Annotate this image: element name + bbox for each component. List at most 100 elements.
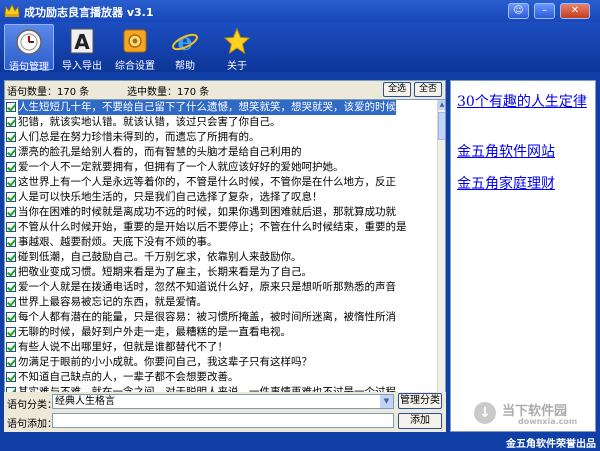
tab-about[interactable]: 关于: [212, 24, 262, 72]
sentence-list[interactable]: 人生短短几十年，不要给自己留下了什么遗憾，想笑就笑，想哭就哭，该爱的时候 犯错，就…: [5, 99, 445, 413]
clock-gear-icon: [16, 29, 42, 55]
list-item[interactable]: 碰到低潮，自己鼓励自己。千万别乞求，依靠别人来鼓励你。: [5, 250, 445, 265]
list-item[interactable]: 把敬业变成习惯。短期来看是为了雇主，长期来看是为了自己。: [5, 265, 445, 280]
list-item[interactable]: 事越艰、越要耐烦。天底下没有不烦的事。: [5, 235, 445, 250]
row-checkbox[interactable]: [6, 297, 16, 307]
row-checkbox[interactable]: [6, 117, 16, 127]
link-software-site[interactable]: 金五角软件网站: [457, 143, 589, 162]
download-icon: ↓: [474, 402, 496, 424]
row-checkbox[interactable]: [6, 327, 16, 337]
deselect-all-button[interactable]: 全否: [414, 82, 442, 97]
credit-text: 金五角软件荣誉出品: [506, 439, 596, 450]
row-checkbox[interactable]: [6, 177, 16, 187]
row-checkbox[interactable]: [6, 222, 16, 232]
row-checkbox[interactable]: [6, 342, 16, 352]
list-item[interactable]: 无聊的时候，最好到户外走一走，最糟糕的是一直看电视。: [5, 325, 445, 340]
star-icon: [223, 27, 251, 55]
tab-label: 语句管理: [9, 62, 49, 73]
tab-label: 综合设置: [115, 61, 155, 72]
link-life-laws[interactable]: 30个有趣的人生定律: [457, 93, 589, 112]
row-text: 不管从什么时候开始，重要的是开始以后不要停止；不管在什么时候结束，重要的是: [18, 221, 407, 233]
list-item[interactable]: 有些人说不出哪里好，但就是谁都替代不了！: [5, 340, 445, 355]
svg-text:e: e: [177, 27, 192, 55]
title-bar: 成功励志良言播放器 v3.1 ☺ – ✕: [0, 0, 600, 22]
list-item[interactable]: 漂亮的脸孔是给别人看的，而有智慧的头脑才是给自己利用的: [5, 145, 445, 160]
list-item[interactable]: 爱一个人不一定就要拥有，但拥有了一个人就应该好好的爱她呵护她。: [5, 160, 445, 175]
site-watermark: ↓ 当下软件园 downxia.com: [474, 400, 586, 428]
stats-bar: 语句数量：170 条 选中数量：170 条 全选 全否: [5, 81, 445, 98]
add-sentence-input[interactable]: [52, 413, 394, 428]
row-checkbox[interactable]: [6, 267, 16, 277]
row-text: 犯错，就该实地认错。就该认错，该过只会害了你自己。: [18, 116, 281, 128]
row-text: 碰到低潮，自己鼓励自己。千万别乞求，依靠别人来鼓励你。: [18, 251, 302, 263]
row-text: 事越艰、越要耐烦。天底下没有不烦的事。: [18, 236, 218, 248]
row-checkbox[interactable]: [6, 102, 16, 112]
list-item[interactable]: 这世界上有一个人是永远等着你的，不管是什么时候，不管你是在什么地方，反正: [5, 175, 445, 190]
row-checkbox[interactable]: [6, 372, 16, 382]
select-all-button[interactable]: 全选: [383, 82, 411, 97]
window-title: 成功励志良言播放器 v3.1: [24, 6, 154, 19]
row-checkbox[interactable]: [6, 237, 16, 247]
selected-count: 选中数量：170 条: [127, 87, 210, 98]
sentence-panel: 语句数量：170 条 选中数量：170 条 全选 全否 人生短短几十年，不要给自…: [4, 80, 446, 432]
list-item[interactable]: 人生短短几十年，不要给自己留下了什么遗憾，想笑就笑，想哭就哭，该爱的时候: [5, 100, 445, 115]
list-item[interactable]: 不知道自己缺点的人，一辈子都不会想要改善。: [5, 370, 445, 385]
row-checkbox[interactable]: [6, 282, 16, 292]
row-checkbox[interactable]: [6, 312, 16, 322]
row-checkbox[interactable]: [6, 357, 16, 367]
list-item[interactable]: 世界上最容易被忘记的东西，就是爱情。: [5, 295, 445, 310]
tab-import-export[interactable]: A 导入导出: [57, 24, 107, 72]
row-text: 世界上最容易被忘记的东西，就是爱情。: [18, 296, 207, 308]
tab-help[interactable]: e 帮助: [160, 24, 210, 72]
add-label: 语句添加：: [7, 419, 57, 430]
list-item[interactable]: 不管从什么时候开始，重要的是开始以后不要停止；不管在什么时候结束，重要的是: [5, 220, 445, 235]
row-text: 人们总是在努力珍惜未得到的，而遗忘了所拥有的。: [18, 131, 260, 143]
category-select[interactable]: 经典人生格言 ▼: [52, 394, 394, 409]
row-checkbox[interactable]: [6, 147, 16, 157]
links-panel: 30个有趣的人生定律 金五角软件网站 金五角家庭理财: [450, 80, 596, 432]
list-item[interactable]: 人是可以快乐地生活的，只是我们自己选择了复杂，选择了叹息！: [5, 190, 445, 205]
scroll-up-icon[interactable]: ▲: [438, 100, 445, 110]
tab-sentence-management[interactable]: 语句管理: [4, 24, 54, 73]
vertical-scrollbar[interactable]: ▲ ▼: [437, 100, 445, 413]
row-text: 无聊的时候，最好到户外走一走，最糟糕的是一直看电视。: [18, 326, 291, 338]
list-item[interactable]: 勿满足于眼前的小小成就。你要问自己，我这辈子只有这样吗？: [5, 355, 445, 370]
ie-browser-icon: e: [172, 27, 198, 55]
chat-icon[interactable]: ☺: [508, 3, 529, 19]
row-text: 爱一个人就是在拨通电话时，忽然不知道说什么好，原来只是想听听那熟悉的声音: [18, 281, 396, 293]
tab-label: 导入导出: [62, 61, 102, 72]
list-item[interactable]: 当你在困难的时候就是离成功不远的时候，如果你遇到困难就后退，那就算成功就: [5, 205, 445, 220]
tab-general-settings[interactable]: 综合设置: [110, 24, 160, 72]
list-item[interactable]: 人们总是在努力珍惜未得到的，而遗忘了所拥有的。: [5, 130, 445, 145]
app-window: 成功励志良言播放器 v3.1 ☺ – ✕ 语句管理 A 导入导出 综合设置 e …: [0, 0, 600, 451]
list-item[interactable]: 每个人都有潜在的能量，只是很容易：被习惯所掩盖，被时间所迷离，被惰性所消: [5, 310, 445, 325]
row-text: 人生短短几十年，不要给自己留下了什么遗憾，想笑就笑，想哭就哭，该爱的时候: [18, 100, 396, 115]
row-text: 每个人都有潜在的能量，只是很容易：被习惯所掩盖，被时间所迷离，被惰性所消: [18, 311, 396, 323]
row-checkbox[interactable]: [6, 192, 16, 202]
manage-category-button[interactable]: 管理分类: [398, 393, 442, 409]
tab-label: 关于: [227, 61, 247, 72]
scroll-thumb[interactable]: [438, 112, 445, 140]
footer-bar: 金五角软件荣誉出品: [0, 432, 600, 451]
row-text: 有些人说不出哪里好，但就是谁都替代不了！: [18, 341, 228, 353]
font-a-icon: A: [70, 28, 94, 54]
close-icon[interactable]: ✕: [560, 3, 590, 19]
list-item[interactable]: 犯错，就该实地认错。就该认错，该过只会害了你自己。: [5, 115, 445, 130]
minimize-icon[interactable]: –: [534, 3, 555, 19]
settings-gear-icon: [123, 29, 147, 53]
row-text: 勿满足于眼前的小小成就。你要问自己，我这辈子只有这样吗？: [18, 356, 312, 368]
category-value: 经典人生格言: [55, 396, 115, 407]
sentence-form: 语句分类： 经典人生格言 ▼ 管理分类 语句添加： 添加: [4, 392, 446, 432]
row-checkbox[interactable]: [6, 132, 16, 142]
row-text: 不知道自己缺点的人，一辈子都不会想要改善。: [18, 371, 239, 383]
add-button[interactable]: 添加: [398, 413, 442, 429]
row-text: 漂亮的脸孔是给别人看的，而有智慧的头脑才是给自己利用的: [18, 146, 302, 158]
row-text: 人是可以快乐地生活的，只是我们自己选择了复杂，选择了叹息！: [18, 191, 323, 203]
row-checkbox[interactable]: [6, 252, 16, 262]
row-checkbox[interactable]: [6, 207, 16, 217]
chevron-down-icon[interactable]: ▼: [380, 395, 393, 408]
list-item[interactable]: 爱一个人就是在拨通电话时，忽然不知道说什么好，原来只是想听听那熟悉的声音: [5, 280, 445, 295]
row-checkbox[interactable]: [6, 162, 16, 172]
link-home-finance[interactable]: 金五角家庭理财: [457, 175, 589, 194]
tab-label: 帮助: [175, 61, 195, 72]
